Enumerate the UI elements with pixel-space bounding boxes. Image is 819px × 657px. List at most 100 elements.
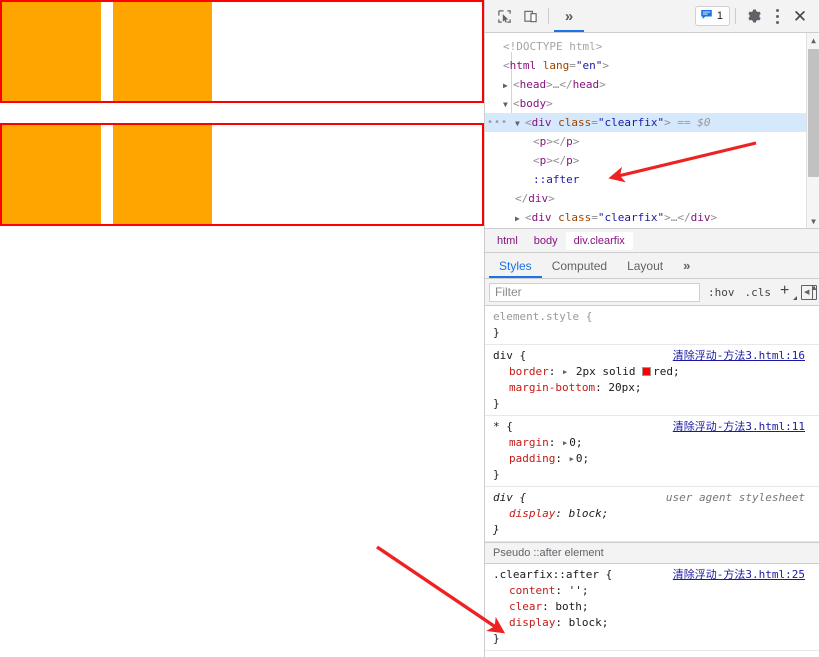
styles-scroll-up-arrow-icon[interactable]: ▲ — [810, 283, 818, 292]
prop-value-display-after: block — [568, 616, 602, 629]
style-rule-clearfix-after[interactable]: .clearfix::after { 清除浮动-方法3.html:25 cont… — [485, 564, 819, 651]
color-swatch-red[interactable] — [642, 367, 652, 376]
prop-name-clear: clear — [509, 600, 543, 613]
prop-name-content: content — [509, 584, 556, 597]
declaration-display-ua[interactable]: display: block; — [493, 506, 805, 522]
dom-row-div-close[interactable]: </div> — [485, 189, 819, 208]
tab-more-chevron[interactable]: » — [673, 253, 700, 278]
dom-row-p-1[interactable]: <p></p> — [485, 132, 819, 151]
chevron-right-icon-border[interactable]: ▶ — [563, 364, 567, 380]
message-count-badge[interactable]: 1 — [694, 6, 730, 26]
styles-filter-row: :hov .cls + ◀ ▲ — [485, 279, 819, 306]
dom-row-body[interactable]: ▼ <body> — [485, 94, 819, 113]
dom-row-doctype[interactable]: <!DOCTYPE html> — [485, 37, 819, 56]
style-rule-universal[interactable]: * { 清除浮动-方法3.html:11 margin: ▶ 0; padding… — [485, 416, 819, 487]
dom-row-after-pseudo[interactable]: ::after — [485, 170, 819, 189]
breadcrumb-item-div-clearfix[interactable]: div.clearfix — [565, 231, 633, 250]
source-link-clearfix-after[interactable]: 清除浮动-方法3.html:25 — [673, 567, 805, 583]
dom-row-div-clearfix-2[interactable]: ▶ <div class="clearfix">…</div> — [485, 208, 819, 227]
message-icon — [700, 8, 713, 24]
chevron-down-icon[interactable]: ▼ — [503, 95, 512, 114]
style-rule-div-author[interactable]: div { 清除浮动-方法3.html:16 border: ▶ red2px … — [485, 345, 819, 416]
declaration-clear[interactable]: clear: both; — [493, 599, 805, 615]
close-icon[interactable]: ✕ — [787, 3, 813, 29]
declaration-padding[interactable]: padding: ▶ 0; — [493, 451, 805, 467]
head-tag-name: head — [519, 78, 547, 91]
chevron-right-icon-margin[interactable]: ▶ — [563, 435, 567, 451]
declaration-display-after[interactable]: display: block; — [493, 615, 805, 631]
div-tag-name: div — [531, 116, 552, 129]
style-rule-element-style[interactable]: element.style { } — [485, 306, 819, 345]
gear-icon[interactable] — [741, 3, 767, 29]
closing-brace-div-author: } — [493, 397, 500, 410]
chevron-down-icon-div[interactable]: ▼ — [515, 114, 524, 133]
prop-name-display-after: display — [509, 616, 556, 629]
div2-tag-name: div — [531, 211, 552, 224]
source-link-div-author[interactable]: 清除浮动-方法3.html:16 — [673, 348, 805, 364]
chevron-right-icon-padding[interactable]: ▶ — [570, 451, 574, 467]
after-pseudo-label: ::after — [533, 173, 580, 186]
prop-name-margin: margin — [509, 436, 549, 449]
float-box-2a — [2, 125, 101, 224]
source-link-universal[interactable]: 清除浮动-方法3.html:11 — [673, 419, 805, 435]
closing-brace-universal: } — [493, 468, 500, 481]
dots-badge-icon[interactable]: ••• — [487, 118, 508, 128]
prop-value-margin: 0 — [569, 436, 576, 449]
dom-row-p-2[interactable]: <p></p> — [485, 151, 819, 170]
breadcrumb: html body div.clearfix — [485, 229, 819, 253]
declaration-margin-bottom[interactable]: margin-bottom: 20px; — [493, 380, 805, 396]
selector-element-style: element.style { — [493, 310, 593, 323]
clearfix-box-1 — [0, 0, 484, 103]
styles-sidebar-tabs: Styles Computed Layout » — [485, 253, 819, 279]
html-tag-name: html — [509, 59, 537, 72]
search-input[interactable] — [489, 282, 700, 302]
float-box-1a — [2, 2, 101, 101]
dom-tree-panel: <!DOCTYPE html> <html lang="en"> ▶ <head>… — [485, 33, 819, 229]
new-style-rule-button[interactable]: + — [779, 282, 797, 301]
tab-layout[interactable]: Layout — [617, 253, 673, 278]
style-rule-div-user-agent[interactable]: div { user agent stylesheet display: blo… — [485, 487, 819, 542]
plus-icon: + — [780, 282, 790, 299]
dom-row-head[interactable]: ▶ <head>…</head> — [485, 75, 819, 94]
selector-div-author: div { — [493, 349, 527, 362]
head-close-tag: head — [572, 78, 600, 91]
float-box-2b — [113, 125, 212, 224]
closing-brace-element-style: } — [493, 326, 500, 339]
tab-styles[interactable]: Styles — [489, 253, 542, 278]
scroll-up-arrow-icon[interactable]: ▲ — [807, 33, 819, 47]
declaration-border[interactable]: border: ▶ red2px solid red; — [493, 364, 805, 380]
breadcrumb-item-html[interactable]: html — [489, 232, 526, 250]
clearfix-box-2 — [0, 123, 484, 226]
class-attr-name: class — [558, 116, 592, 129]
scrollbar-thumb[interactable] — [808, 49, 819, 177]
scroll-down-arrow-icon[interactable]: ▼ — [807, 214, 819, 228]
div2-class-value: "clearfix" — [597, 211, 665, 224]
more-options-icon[interactable] — [767, 4, 787, 28]
doctype-text: <!DOCTYPE html> — [503, 40, 603, 53]
selected-node-marker: == $0 — [677, 116, 711, 129]
dom-tree-scrollbar[interactable]: ▲ ▼ — [806, 33, 819, 228]
hov-toggle-button[interactable]: :hov — [706, 285, 737, 300]
chevron-right-icon[interactable]: ▶ — [503, 76, 512, 95]
lang-attr-name: lang — [542, 59, 570, 72]
source-label-user-agent: user agent stylesheet — [665, 491, 805, 504]
cls-toggle-button[interactable]: .cls — [743, 285, 774, 300]
breadcrumb-item-body[interactable]: body — [526, 232, 566, 250]
device-toolbar-icon[interactable] — [517, 3, 543, 29]
inspect-element-icon[interactable] — [491, 3, 517, 29]
styles-pane: element.style { } div { 清除浮动-方法3.html:16… — [485, 306, 819, 657]
dom-row-html[interactable]: <html lang="en"> — [485, 56, 819, 75]
toolbar-divider — [548, 8, 549, 24]
declaration-content[interactable]: content: ''; — [493, 583, 805, 599]
float-box-1b — [113, 2, 212, 101]
declaration-margin[interactable]: margin: ▶ 0; — [493, 435, 805, 451]
tab-computed[interactable]: Computed — [542, 253, 617, 278]
p-close-tag-2: p — [566, 154, 573, 167]
chevron-right-icon-div2[interactable]: ▶ — [515, 209, 524, 228]
more-panels-chevron[interactable]: » — [554, 0, 584, 32]
dom-row-div-clearfix-selected[interactable]: ••• ▼ <div class="clearfix"> == $0 — [485, 113, 819, 132]
prop-value-margin-bottom: 20px — [608, 381, 635, 394]
prop-name-border: border — [509, 365, 549, 378]
prop-name-display-ua: display — [509, 507, 556, 520]
selector-clearfix-after: .clearfix::after { — [493, 568, 613, 581]
